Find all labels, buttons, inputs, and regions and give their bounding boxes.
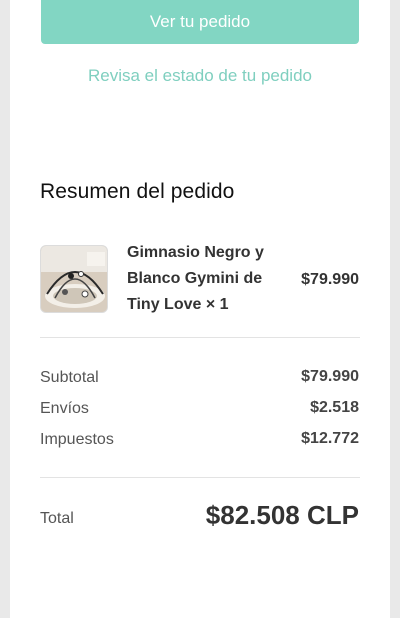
total-label: Total — [40, 510, 74, 527]
view-order-button[interactable]: Ver tu pedido — [41, 0, 359, 44]
shipping-value: $2.518 — [310, 399, 359, 416]
subtotal-value: $79.990 — [301, 368, 359, 385]
taxes-value: $12.772 — [301, 430, 359, 447]
order-confirmation-card: Ver tu pedido Revisa el estado de tu ped… — [10, 0, 390, 618]
product-thumbnail — [40, 245, 108, 313]
total-value: $82.508 CLP — [205, 500, 359, 530]
product-photo-icon — [41, 246, 107, 312]
taxes-label: Impuestos — [40, 431, 114, 448]
shipping-label: Envíos — [40, 400, 89, 417]
order-status-link[interactable]: Revisa el estado de tu pedido — [10, 66, 390, 86]
order-summary-title: Resumen del pedido — [40, 180, 235, 203]
subtotal-label: Subtotal — [40, 369, 99, 386]
product-price: $79.990 — [301, 271, 359, 288]
product-name: Gimnasio Negro y Blanco Gymini de Tiny L… — [127, 244, 264, 313]
divider — [40, 477, 360, 478]
divider — [40, 337, 360, 338]
